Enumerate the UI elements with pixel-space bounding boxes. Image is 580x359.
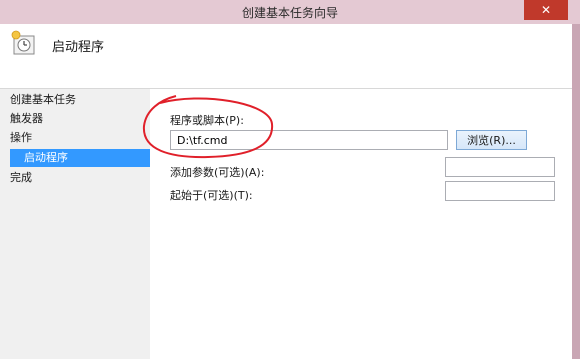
program-label: 程序或脚本(P): bbox=[170, 114, 244, 127]
browse-button[interactable]: 浏览(R)... bbox=[456, 130, 527, 150]
start-in-input[interactable] bbox=[445, 181, 555, 201]
nav-step-start-program[interactable]: 启动程序 bbox=[10, 149, 150, 167]
wizard-header: 启动程序 bbox=[0, 24, 572, 89]
wizard-window: 启动程序 创建基本任务 触发器 操作 启动程序 完成 程序或脚本(P): 浏览(… bbox=[0, 24, 572, 359]
arguments-input[interactable] bbox=[445, 157, 555, 177]
close-icon: ✕ bbox=[540, 3, 552, 17]
arguments-label: 添加参数(可选)(A): bbox=[170, 166, 265, 179]
close-button[interactable]: ✕ bbox=[524, 0, 568, 20]
nav-step-trigger[interactable]: 触发器 bbox=[10, 110, 43, 128]
window-title: 创建基本任务向导 bbox=[241, 5, 338, 20]
wizard-steps-nav: 创建基本任务 触发器 操作 启动程序 完成 bbox=[0, 89, 150, 359]
page-title: 启动程序 bbox=[52, 40, 105, 55]
program-path-input[interactable] bbox=[170, 130, 448, 150]
start-in-label: 起始于(可选)(T): bbox=[170, 189, 253, 202]
wizard-content: 程序或脚本(P): 浏览(R)... 添加参数(可选)(A): 起始于(可选)(… bbox=[150, 89, 572, 359]
nav-step-finish[interactable]: 完成 bbox=[10, 169, 32, 187]
right-edge-strip bbox=[572, 24, 580, 359]
clock-task-icon bbox=[11, 30, 35, 55]
nav-step-action[interactable]: 操作 bbox=[10, 129, 32, 147]
nav-step-create-task[interactable]: 创建基本任务 bbox=[10, 91, 76, 109]
title-bar: 创建基本任务向导 ✕ bbox=[0, 0, 580, 24]
